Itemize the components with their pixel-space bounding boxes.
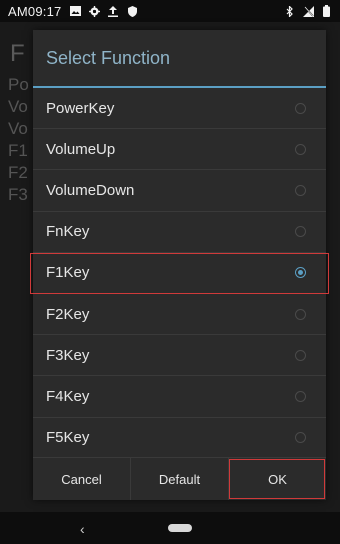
option-label: F2Key — [46, 305, 90, 323]
radio-button[interactable] — [295, 308, 306, 320]
option-label: F3Key — [46, 346, 90, 364]
option-f4key[interactable]: F4Key — [33, 376, 326, 418]
shield-icon — [126, 5, 138, 17]
image-icon — [69, 5, 81, 17]
status-left-icons — [69, 5, 138, 17]
status-time: AM09:17 — [8, 3, 62, 19]
ok-button[interactable]: OK — [228, 458, 326, 500]
background-list-item: F1 — [8, 141, 28, 160]
option-volumedown[interactable]: VolumeDown — [33, 170, 326, 212]
dialog-button-bar: Cancel Default OK — [33, 457, 326, 500]
option-fnkey[interactable]: FnKey — [33, 212, 326, 253]
radio-button[interactable] — [295, 390, 306, 402]
cancel-button[interactable]: Cancel — [33, 458, 130, 500]
back-icon[interactable]: ‹ — [80, 521, 85, 537]
phone-screen: AM09:17 F Po Vo Vo F1 F2 F3 Select Funct… — [0, 0, 340, 544]
background-list-item: F3 — [8, 185, 28, 204]
status-bar: AM09:17 — [0, 0, 340, 22]
option-label: PowerKey — [46, 99, 115, 117]
option-f3key[interactable]: F3Key — [33, 335, 326, 377]
no-signal-icon — [302, 5, 314, 17]
option-label: VolumeDown — [46, 181, 135, 199]
select-function-dialog: Select Function PowerKey VolumeUp Volume… — [30, 30, 329, 500]
option-f5key[interactable]: F5Key — [33, 418, 326, 459]
status-right-icons — [284, 5, 332, 17]
gear-icon — [88, 5, 100, 17]
battery-icon — [320, 5, 332, 17]
option-f1key[interactable]: F1Key — [30, 252, 329, 294]
radio-button[interactable] — [295, 432, 306, 444]
function-option-list: PowerKey VolumeUp VolumeDown FnKey F1Key… — [30, 88, 329, 459]
option-label: VolumeUp — [46, 140, 116, 158]
option-label: F5Key — [46, 429, 90, 447]
radio-button[interactable] — [295, 102, 306, 114]
default-button[interactable]: Default — [130, 458, 228, 500]
option-f2key[interactable]: F2Key — [33, 294, 326, 336]
navigation-bar: ‹ — [0, 512, 340, 544]
background-title: F — [10, 40, 25, 67]
background-list-item: Vo — [8, 97, 28, 116]
home-pill-icon[interactable] — [168, 524, 192, 532]
option-powerkey[interactable]: PowerKey — [33, 88, 326, 130]
dialog-title: Select Function — [46, 47, 171, 68]
background-list-item: Vo — [8, 119, 28, 138]
background-list-item: F2 — [8, 163, 28, 182]
background-list-item: Po — [8, 75, 29, 94]
radio-button[interactable] — [295, 226, 306, 238]
radio-button[interactable] — [295, 143, 306, 155]
option-label: F4Key — [46, 387, 90, 405]
radio-button-selected[interactable] — [295, 267, 306, 279]
option-volumeup[interactable]: VolumeUp — [33, 129, 326, 171]
radio-button[interactable] — [295, 349, 306, 361]
bluetooth-icon — [284, 5, 296, 17]
option-label: FnKey — [46, 223, 90, 241]
option-label: F1Key — [46, 264, 90, 282]
upload-icon — [107, 5, 119, 17]
background-list: Po Vo Vo F1 F2 F3 — [8, 74, 29, 206]
radio-button[interactable] — [295, 184, 306, 196]
